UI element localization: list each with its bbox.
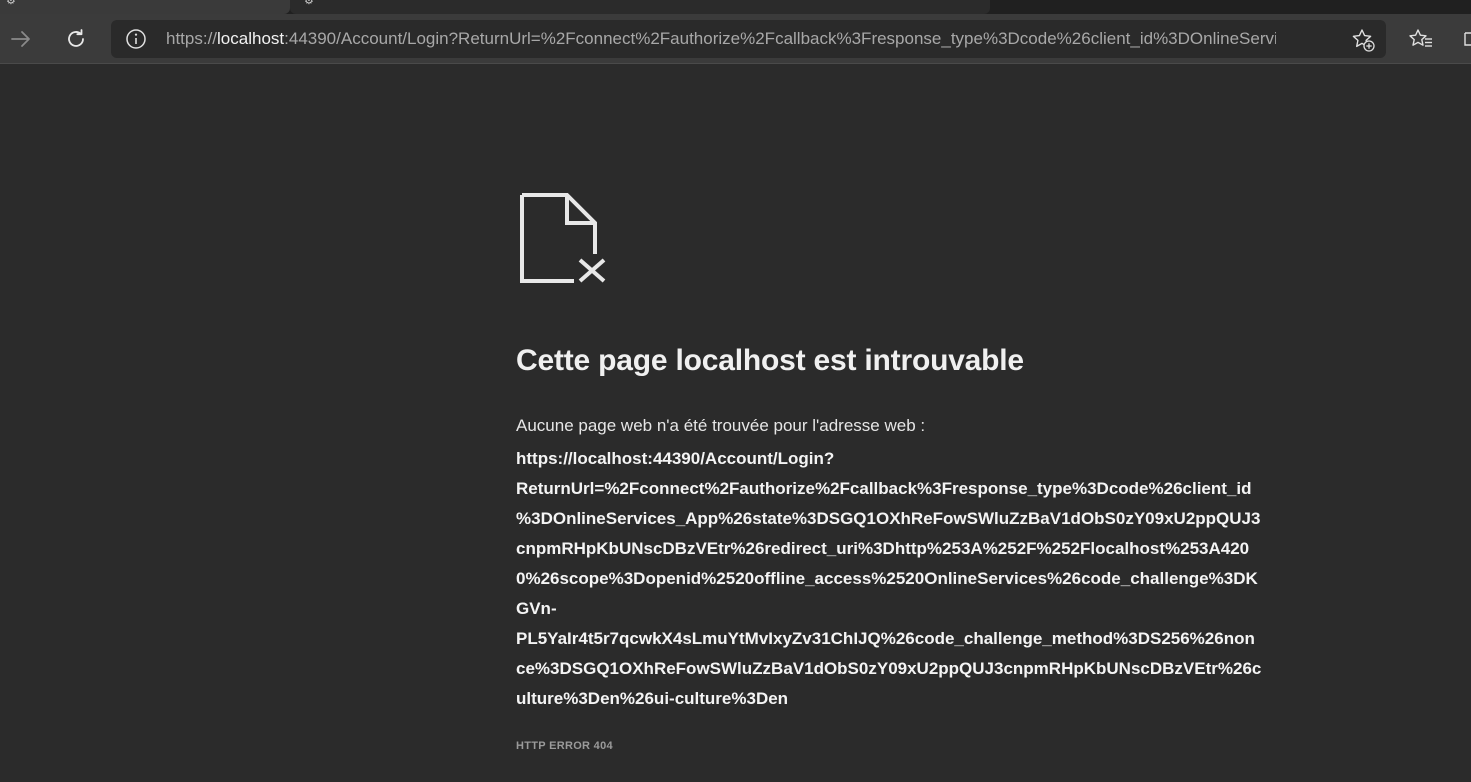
url-line: %3DOnlineServices_App%26state%3DSGQ1OXhR… xyxy=(516,509,1261,528)
browser-toolbar: https://localhost:44390/Account/Login?Re… xyxy=(0,14,1471,64)
url-path: :44390/Account/Login?ReturnUrl=%2Fconnec… xyxy=(284,30,1276,48)
extensions-icon[interactable] xyxy=(1455,23,1471,55)
address-bar[interactable]: https://localhost:44390/Account/Login?Re… xyxy=(111,20,1386,58)
refresh-icon[interactable] xyxy=(60,23,92,55)
tab-favicon-icon: ⚙ xyxy=(6,0,16,7)
url-line: https://localhost:44390/Account/Login? xyxy=(516,449,835,468)
url-host: localhost xyxy=(217,30,285,48)
broken-page-icon xyxy=(519,192,609,291)
url-line: cnpmRHpKbUNscDBzVEtr%26redirect_uri%3Dht… xyxy=(516,539,1250,558)
url-text[interactable]: https://localhost:44390/Account/Login?Re… xyxy=(166,30,1276,48)
error-description: Aucune page web n'a été trouvée pour l'a… xyxy=(516,416,926,435)
tab-favicon-icon: ⚙ xyxy=(304,0,314,7)
tab-second[interactable]: ⚙ xyxy=(290,0,990,14)
requested-url: https://localhost:44390/Account/Login? R… xyxy=(516,444,1276,714)
url-line: ReturnUrl=%2Fconnect%2Fauthorize%2Fcallb… xyxy=(516,479,1252,498)
info-icon[interactable] xyxy=(125,28,147,50)
tab-active[interactable]: ⚙ xyxy=(0,0,290,14)
forward-arrow-icon[interactable] xyxy=(5,23,37,55)
url-line: 0%26scope%3Dopenid%2520offline_access%25… xyxy=(516,569,1258,588)
error-code: HTTP ERROR 404 xyxy=(516,740,613,752)
favorites-icon[interactable] xyxy=(1405,23,1437,55)
url-line: PL5YaIr4t5r7qcwkX4sLmuYtMvIxyZv31ChIJQ%2… xyxy=(516,629,1255,648)
tab-strip: ⚙ ⚙ xyxy=(0,0,1471,14)
url-line: ce%3DSGQ1OXhReFowSWluZzBaV1dObS0zY09xU2p… xyxy=(516,659,1262,678)
add-favorite-icon[interactable] xyxy=(1350,27,1376,53)
page-title: Cette page localhost est introuvable xyxy=(516,344,1024,377)
url-line: GVn- xyxy=(516,599,557,618)
url-line: ulture%3Den%26ui-culture%3Den xyxy=(516,689,789,708)
url-scheme: https:// xyxy=(166,30,218,48)
